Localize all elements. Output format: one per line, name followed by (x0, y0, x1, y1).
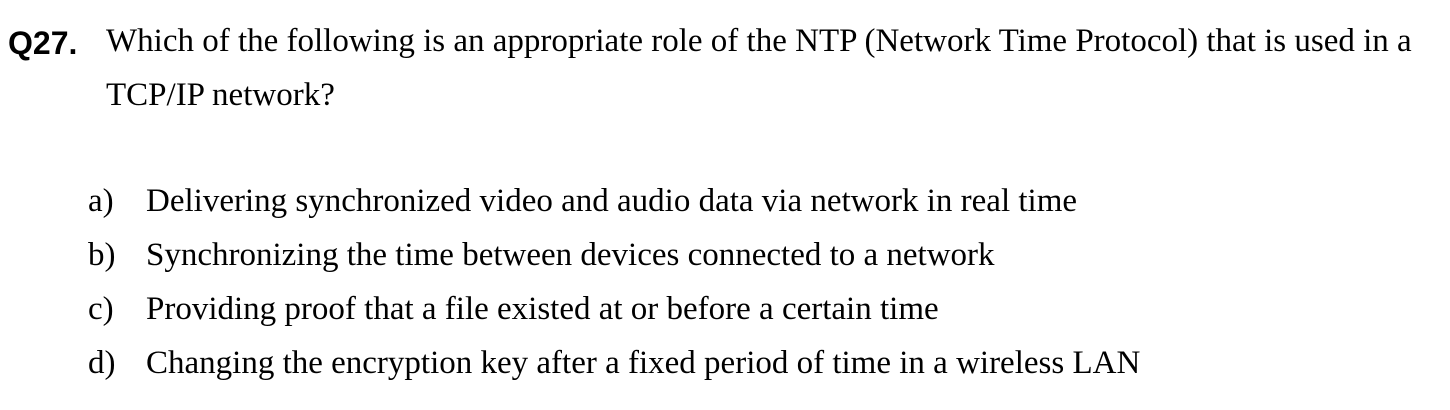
choice-text: Providing proof that a file existed at o… (146, 291, 939, 327)
question-text: Which of the following is an appropriate… (106, 23, 1412, 113)
choice-letter: d) (88, 345, 116, 381)
choice-letter: b) (88, 237, 116, 273)
choice-text: Delivering synchronized video and audio … (146, 183, 1078, 219)
choice-a[interactable]: a) Delivering synchronized video and aud… (88, 174, 1428, 228)
choice-text: Changing the encryption key after a fixe… (146, 345, 1141, 381)
choice-b[interactable]: b) Synchronizing the time between device… (88, 228, 1428, 282)
choice-c[interactable]: c) Providing proof that a file existed a… (88, 282, 1428, 336)
choice-letter: a) (88, 183, 114, 219)
answer-choices: a) Delivering synchronized video and aud… (88, 174, 1428, 390)
choice-text: Synchronizing the time between devices c… (146, 237, 995, 273)
question-number: Q27. (8, 25, 78, 61)
choice-letter: c) (88, 291, 114, 327)
choice-d[interactable]: d) Changing the encryption key after a f… (88, 336, 1428, 390)
